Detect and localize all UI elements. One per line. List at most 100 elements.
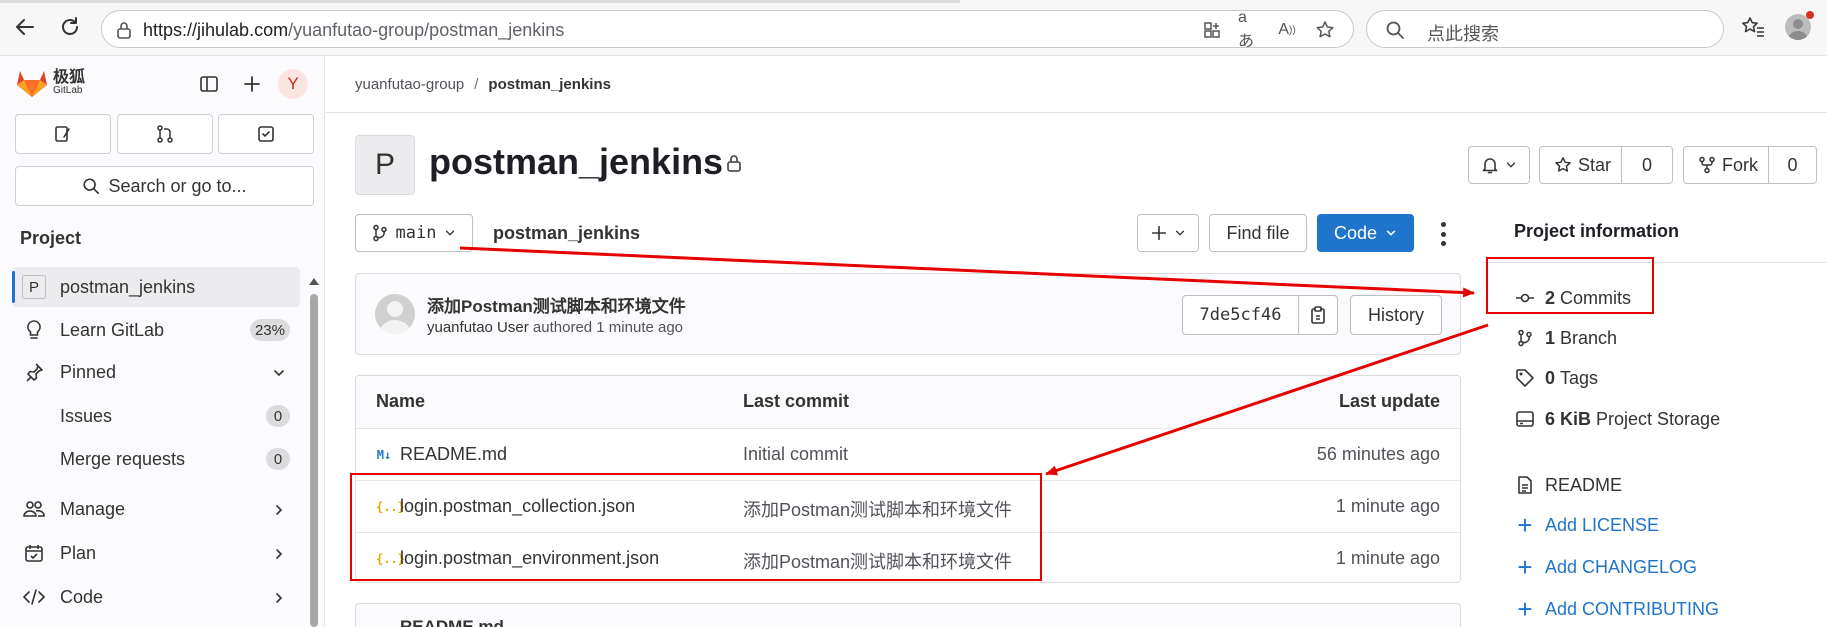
readme-title[interactable]: README.md — [400, 617, 504, 627]
collapse-sidebar-icon[interactable] — [194, 69, 224, 99]
chevron-down-icon — [446, 230, 455, 236]
breadcrumb-project-link[interactable]: postman_jenkins — [488, 76, 611, 93]
chevron-right-icon — [272, 589, 286, 610]
column-header-name: Name — [376, 391, 426, 411]
read-aloud-icon[interactable]: A)) — [1276, 19, 1298, 41]
translate-icon[interactable]: aあ — [1238, 9, 1260, 50]
storage-link[interactable]: 6 KiB Project Storage — [1514, 408, 1720, 430]
progress-badge: 23% — [249, 319, 290, 341]
table-row[interactable]: {..} login.postman_environment.json 添加Pos… — [356, 532, 1460, 582]
json-file-icon: {..} — [376, 551, 405, 566]
favorites-icon[interactable] — [1738, 12, 1768, 42]
sidebar-search-button[interactable]: Search or go to... — [15, 166, 314, 206]
star-button[interactable]: Star 0 — [1539, 146, 1673, 184]
table-row[interactable]: {..} login.postman_collection.json 添加Post… — [356, 480, 1460, 532]
header-divider — [326, 112, 1827, 113]
sidebar-item-project[interactable]: P postman_jenkins — [12, 267, 300, 307]
apps-icon[interactable] — [1201, 19, 1223, 41]
search-icon — [83, 178, 100, 195]
tags-link[interactable]: 0 Tags — [1514, 367, 1598, 389]
back-icon[interactable] — [10, 12, 40, 42]
commits-link[interactable]: 2 Commits — [1514, 287, 1631, 309]
history-label: History — [1367, 304, 1424, 325]
merge-requests-shortcut-button[interactable] — [117, 114, 213, 154]
sidebar-item-label: Manage — [60, 498, 126, 519]
sidebar-item-pinned[interactable]: Pinned — [12, 352, 300, 392]
tab-strip-edge — [0, 0, 960, 3]
readme-link[interactable]: README — [1514, 474, 1622, 496]
issues-shortcut-button[interactable] — [15, 114, 111, 154]
logo-en: GitLab — [53, 85, 83, 96]
plus-icon: + — [1517, 510, 1533, 540]
star-label: Star — [1578, 154, 1612, 175]
sidebar-item-issues[interactable]: Issues 0 — [12, 396, 300, 436]
file-commit-link[interactable]: 添加Postman测试脚本和环境文件 — [743, 548, 1012, 574]
address-bar[interactable]: https://jihulab.com/yuanfutao-group/post… — [101, 9, 1354, 50]
commit-author[interactable]: yuanfutao User — [427, 319, 529, 336]
commit-title[interactable]: 添加Postman测试脚本和环境文件 — [427, 292, 686, 317]
sidebar-item-plan[interactable]: Plan — [12, 533, 300, 573]
todo-shortcut-button[interactable] — [218, 114, 314, 154]
file-table: Name Last commit Last update M↓ README.md… — [355, 375, 1461, 583]
sidebar-item-label: Merge requests — [60, 448, 186, 469]
file-name-link[interactable]: login.postman_collection.json — [400, 496, 635, 517]
plus-icon[interactable] — [237, 69, 267, 99]
table-row[interactable]: M↓ README.md Initial commit 56 minutes ag… — [356, 428, 1460, 480]
merge-requests-count-badge: 0 — [266, 448, 290, 470]
browser-search-box[interactable]: 点此搜索 — [1366, 10, 1724, 48]
calendar-icon — [22, 541, 46, 565]
notification-button[interactable] — [1468, 146, 1530, 184]
gitlab-logo[interactable]: 极狐 GitLab — [16, 68, 85, 98]
sidebar-item-merge-requests[interactable]: Merge requests 0 — [12, 439, 300, 479]
sidebar-item-code[interactable]: Code — [12, 577, 300, 617]
code-dropdown-button[interactable]: Code — [1317, 214, 1414, 252]
fork-count[interactable]: 0 — [1769, 155, 1816, 176]
chevron-down-icon — [1506, 162, 1516, 168]
copy-sha-icon[interactable] — [1299, 305, 1337, 325]
more-actions-icon[interactable] — [1438, 222, 1448, 246]
plus-icon: + — [1517, 594, 1533, 624]
logo-text: 极狐 GitLab — [53, 70, 85, 96]
sidebar-item-label: Learn GitLab — [60, 319, 165, 340]
browser-profile-icon[interactable] — [1783, 11, 1814, 42]
file-name-link[interactable]: login.postman_environment.json — [400, 548, 659, 569]
favorite-star-icon[interactable] — [1314, 19, 1336, 41]
lock-icon[interactable] — [116, 21, 132, 44]
star-count[interactable]: 0 — [1622, 155, 1672, 176]
find-file-label: Find file — [1226, 222, 1290, 243]
user-avatar-button[interactable]: Y — [278, 69, 308, 99]
plus-icon — [1151, 225, 1167, 241]
add-file-dropdown[interactable] — [1137, 214, 1199, 252]
add-license-link[interactable]: + Add LICENSE — [1514, 510, 1659, 540]
file-commit-link[interactable]: Initial commit — [743, 444, 848, 465]
commit-author-avatar[interactable] — [375, 294, 415, 334]
star-icon — [1555, 157, 1571, 172]
fork-label: Fork — [1722, 154, 1758, 175]
chevron-down-icon — [272, 364, 286, 385]
breadcrumb-group-link[interactable]: yuanfutao-group — [355, 76, 464, 93]
fork-button[interactable]: Fork 0 — [1683, 146, 1817, 184]
url-path: /yuanfutao-group/postman_jenkins — [288, 20, 565, 40]
scroll-up-icon[interactable] — [309, 278, 319, 285]
find-file-button[interactable]: Find file — [1209, 214, 1307, 252]
branches-link[interactable]: 1 Branch — [1514, 327, 1617, 349]
commit-sha[interactable]: 7de5cf46 — [1183, 305, 1298, 325]
scrollbar-thumb[interactable] — [310, 294, 318, 627]
repository-path[interactable]: postman_jenkins — [493, 223, 640, 244]
file-name-link[interactable]: README.md — [400, 444, 507, 465]
user-avatar: Y — [278, 69, 308, 99]
file-commit-link[interactable]: 添加Postman测试脚本和环境文件 — [743, 496, 1012, 522]
column-header-last-update: Last update — [1338, 391, 1440, 411]
add-changelog-label: Add CHANGELOG — [1545, 556, 1698, 577]
sidebar-scrollbar[interactable] — [308, 278, 320, 627]
add-contributing-link[interactable]: + Add CONTRIBUTING — [1514, 594, 1719, 624]
refresh-icon[interactable] — [55, 12, 85, 42]
sidebar-item-learn-gitlab[interactable]: Learn GitLab 23% — [12, 310, 300, 350]
file-updated-time: 1 minute ago — [1335, 548, 1440, 568]
readme-label: README — [1545, 474, 1623, 495]
add-changelog-link[interactable]: + Add CHANGELOG — [1514, 554, 1698, 580]
branch-selector[interactable]: main — [355, 214, 473, 252]
history-button[interactable]: History — [1350, 295, 1442, 335]
sidebar-item-manage[interactable]: Manage — [12, 489, 300, 529]
logo-cn: 极狐 — [53, 69, 86, 86]
